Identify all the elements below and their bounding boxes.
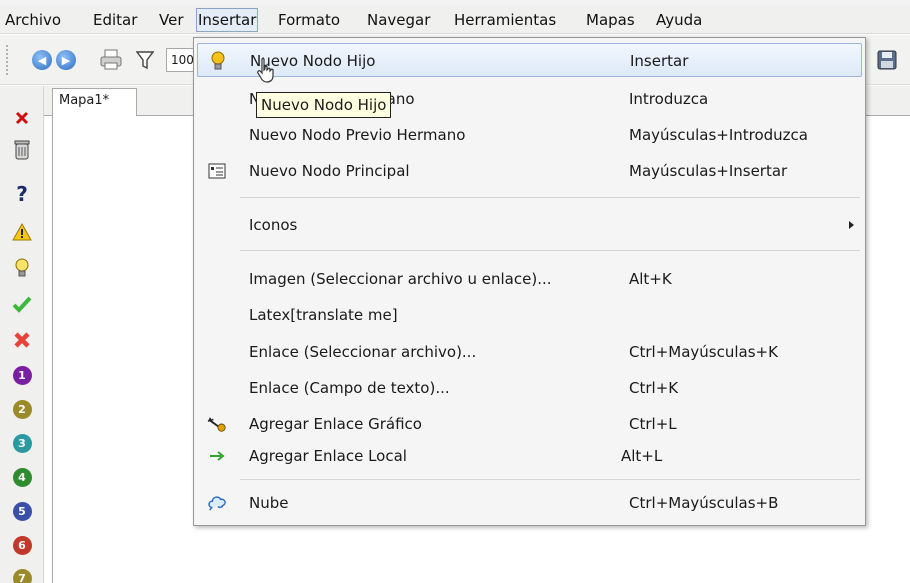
- menu-item-label: Iconos: [249, 216, 298, 234]
- menu-item-shortcut: Insertar: [630, 52, 689, 70]
- menu-item-latex[interactable]: Latex[translate me]: [197, 298, 862, 332]
- menu-item-label: Enlace (Campo de texto)...: [249, 379, 450, 397]
- menu-ver[interactable]: Ver: [158, 9, 185, 31]
- save-icon[interactable]: [876, 49, 898, 71]
- priority-2-label: 2: [12, 399, 32, 419]
- menu-item-shortcut: Introduzca: [629, 90, 709, 108]
- menu-item-nuevo-nodo-hijo[interactable]: Nuevo Nodo Hijo Insertar: [197, 43, 862, 77]
- menu-formato[interactable]: Formato: [277, 9, 341, 31]
- priority-7-label: 7: [12, 568, 32, 583]
- priority-1-label: 1: [12, 365, 32, 385]
- menu-item-shortcut: Mayúsculas+Insertar: [629, 162, 788, 180]
- menu-item-label: Imagen (Seleccionar archivo u enlace)...: [249, 270, 552, 288]
- menu-item-label: Latex[translate me]: [249, 306, 398, 324]
- priority-5-icon[interactable]: 5: [12, 501, 32, 521]
- zoom-input[interactable]: 100%: [166, 48, 196, 72]
- priority-7-icon[interactable]: 7: [12, 568, 32, 583]
- menu-archivo[interactable]: Archivo: [4, 9, 62, 31]
- lightbulb-icon[interactable]: [12, 258, 32, 278]
- warning-icon[interactable]: [12, 222, 32, 242]
- priority-6-label: 6: [12, 535, 32, 555]
- priority-1-icon[interactable]: 1: [12, 365, 32, 385]
- menu-item-label: Nuevo Nodo Previo Hermano: [249, 126, 466, 144]
- menu-item-label: Agregar Enlace Gráfico: [249, 415, 422, 433]
- menu-item-shortcut: Alt+K: [629, 270, 672, 288]
- filter-icon[interactable]: [134, 48, 156, 72]
- menu-item-shortcut: Ctrl+Mayúsculas+B: [629, 494, 779, 512]
- priority-4-icon[interactable]: 4: [12, 467, 32, 487]
- lightbulb-icon: [208, 51, 228, 70]
- check-icon[interactable]: [12, 294, 32, 314]
- menu-item-iconos[interactable]: Iconos: [197, 208, 862, 242]
- menu-insertar[interactable]: Insertar: [196, 8, 259, 32]
- priority-6-icon[interactable]: 6: [12, 535, 32, 555]
- menu-item-label: Nuevo Nodo Principal: [249, 162, 410, 180]
- menu-separator: [240, 250, 860, 251]
- toolbar-grip[interactable]: [6, 45, 10, 75]
- menu-separator: [240, 479, 860, 480]
- priority-3-label: 3: [12, 433, 32, 453]
- submenu-arrow-icon: [849, 221, 854, 229]
- cloud-icon: [207, 494, 227, 512]
- menu-item-shortcut: Mayúsculas+Introduzca: [629, 126, 808, 144]
- menu-item-label: Nube: [249, 494, 289, 512]
- menu-separator: [240, 197, 860, 198]
- remove-icon[interactable]: [12, 108, 32, 128]
- menu-item-nuevo-nodo-principal[interactable]: Nuevo Nodo Principal Mayúsculas+Insertar: [197, 154, 862, 188]
- tooltip: Nuevo Nodo Hijo: [256, 92, 392, 118]
- menu-herramientas[interactable]: Herramientas: [453, 9, 557, 31]
- priority-2-icon[interactable]: 2: [12, 399, 32, 419]
- menu-editar[interactable]: Editar: [92, 9, 138, 31]
- menu-mapas[interactable]: Mapas: [585, 9, 636, 31]
- menu-item-shortcut: Ctrl+Mayúsculas+K: [629, 343, 778, 361]
- menu-item-nube[interactable]: Nube Ctrl+Mayúsculas+B: [197, 486, 862, 520]
- node-list-icon: [207, 162, 227, 180]
- back-icon[interactable]: ◀: [32, 50, 52, 70]
- green-arrow-icon: [207, 447, 227, 465]
- menu-item-enlace-campo-texto[interactable]: Enlace (Campo de texto)... Ctrl+K: [197, 371, 862, 405]
- menu-item-shortcut: Alt+L: [621, 447, 663, 465]
- question-icon[interactable]: ?: [12, 182, 32, 206]
- icon-sidebar: ? 1 2 3 4 5 6 7: [0, 86, 44, 583]
- priority-4-label: 4: [12, 467, 32, 487]
- menubar: Archivo Editar Ver Insertar Formato Nave…: [0, 6, 910, 34]
- menu-item-shortcut: Ctrl+L: [629, 415, 677, 433]
- menu-item-agregar-enlace-grafico[interactable]: Agregar Enlace Gráfico Ctrl+L: [197, 407, 862, 441]
- menu-item-enlace-archivo[interactable]: Enlace (Seleccionar archivo)... Ctrl+May…: [197, 335, 862, 369]
- mouse-pointer-icon: [256, 57, 278, 88]
- menu-ayuda[interactable]: Ayuda: [655, 9, 703, 31]
- tab-mapa1[interactable]: Mapa1*: [52, 88, 137, 117]
- menu-item-agregar-enlace-local[interactable]: Agregar Enlace Local Alt+L: [197, 439, 862, 473]
- menu-navegar[interactable]: Navegar: [366, 9, 431, 31]
- trash-icon[interactable]: [12, 140, 32, 160]
- menu-item-imagen[interactable]: Imagen (Seleccionar archivo u enlace)...…: [197, 262, 862, 296]
- graphic-link-icon: [207, 415, 227, 433]
- menu-item-label: Agregar Enlace Local: [249, 447, 407, 465]
- menu-item-shortcut: Ctrl+K: [629, 379, 679, 397]
- cross-icon[interactable]: [12, 330, 32, 350]
- priority-3-icon[interactable]: 3: [12, 433, 32, 453]
- menu-item-label: Enlace (Seleccionar archivo)...: [249, 343, 477, 361]
- forward-icon[interactable]: ▶: [56, 50, 76, 70]
- print-icon[interactable]: [98, 48, 124, 72]
- menu-item-nuevo-nodo-previo-hermano[interactable]: Nuevo Nodo Previo Hermano Mayúsculas+Int…: [197, 118, 862, 152]
- priority-5-label: 5: [12, 501, 32, 521]
